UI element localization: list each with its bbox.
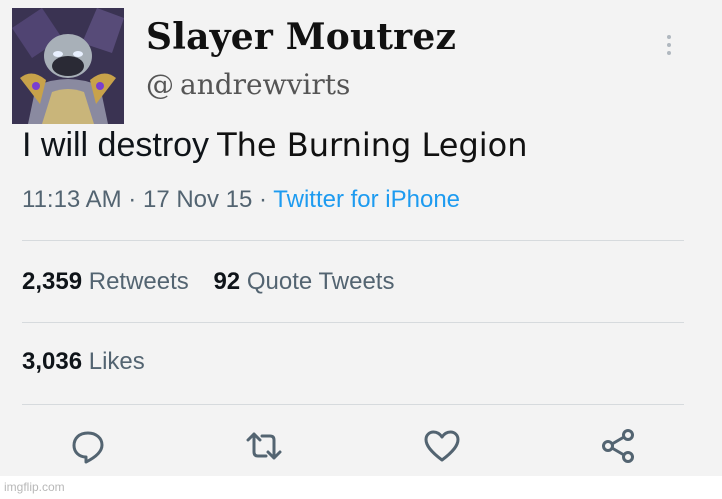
user-handle[interactable]: @ andrewvirts (146, 68, 350, 101)
avatar-image (12, 8, 124, 124)
divider (22, 404, 684, 405)
more-vertical-icon[interactable] (664, 32, 674, 58)
handle-prefix: @ (146, 68, 174, 101)
quote-count: 92 (213, 268, 241, 295)
avatar[interactable] (12, 8, 124, 124)
tweet-card: Slayer Moutrez @ andrewvirts I will destr… (0, 0, 722, 499)
tweet-text-overlay: The Burning Legion (217, 126, 528, 164)
divider (22, 322, 684, 323)
likes-count: 3,036 (22, 348, 83, 375)
retweet-icon (246, 432, 282, 460)
tweet-source-link[interactable]: Twitter for iPhone (273, 186, 460, 213)
meta-separator: · (128, 186, 137, 213)
retweets-label: Retweets (88, 268, 189, 295)
like-button[interactable] (422, 426, 462, 470)
heart-icon (424, 430, 460, 462)
tweet-date[interactable]: 17 Nov 15 (143, 186, 252, 213)
reply-button[interactable] (68, 426, 108, 470)
quote-label: Quote Tweets (246, 268, 395, 295)
likes-label: Likes (88, 348, 145, 375)
footer-strip: imgflip.com (0, 476, 722, 499)
quote-tweets-stat[interactable]: 92 Quote Tweets (213, 268, 394, 295)
divider (22, 240, 684, 241)
tweet-text-original: I will destroy (22, 126, 210, 164)
share-icon (602, 429, 634, 463)
handle-text: andrewvirts (180, 68, 351, 101)
engagement-stats: 2,359 Retweets 92 Quote Tweets (22, 268, 394, 296)
tweet-time[interactable]: 11:13 AM (22, 186, 122, 213)
watermark: imgflip.com (4, 480, 65, 494)
meta-separator: · (259, 186, 268, 213)
likes-stat[interactable]: 3,036 Likes (22, 348, 145, 376)
share-button[interactable] (598, 426, 638, 470)
action-bar (0, 426, 722, 470)
tweet-meta: 11:13 AM · 17 Nov 15 · Twitter for iPhon… (22, 186, 460, 214)
retweets-count: 2,359 (22, 268, 83, 295)
retweets-stat[interactable]: 2,359 Retweets (22, 268, 189, 295)
reply-icon (72, 431, 104, 464)
retweet-button[interactable] (244, 426, 284, 470)
tweet-text: I will destroy The Burning Legion (22, 126, 528, 165)
display-name[interactable]: Slayer Moutrez (146, 16, 456, 58)
